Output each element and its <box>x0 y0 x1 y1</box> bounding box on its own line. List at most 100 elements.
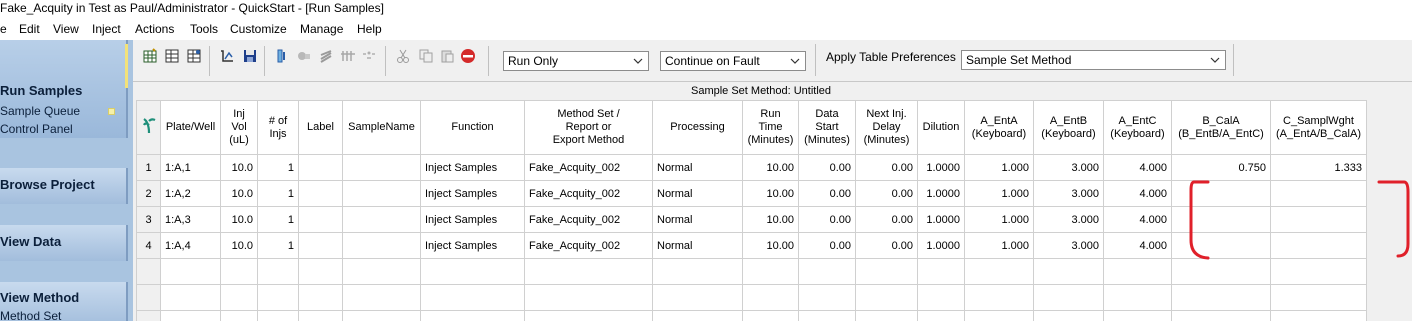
cell-label[interactable] <box>298 206 343 233</box>
cell-c-samplwght[interactable] <box>1270 284 1367 311</box>
cell-plate-well[interactable] <box>160 284 221 311</box>
cell-method-set[interactable] <box>524 258 653 285</box>
cell-processing[interactable]: Normal <box>652 154 743 181</box>
table-row[interactable]: 4 1:A,4 10.0 1 Inject Samples Fake_Acquity_00… <box>136 232 1367 259</box>
cell-run-time[interactable]: 10.00 <box>742 232 799 259</box>
row-number[interactable]: 4 <box>136 232 161 259</box>
column-header-method-set[interactable]: Method Set / Report or Export Method <box>524 100 653 155</box>
row-number[interactable] <box>136 284 161 311</box>
cell-plate-well[interactable]: 1:A,3 <box>160 206 221 233</box>
cell-sample-name[interactable] <box>342 180 421 207</box>
cell-data-start[interactable] <box>798 310 856 321</box>
table-row[interactable]: 3 1:A,3 10.0 1 Inject Samples Fake_Acquity_00… <box>136 206 1367 233</box>
cell-method-set[interactable]: Fake_Acquity_002 <box>524 154 653 181</box>
cell-sample-name[interactable] <box>342 154 421 181</box>
row-number[interactable]: 2 <box>136 180 161 207</box>
cell-run-time[interactable] <box>742 310 799 321</box>
cell-a-entc[interactable]: 4.000 <box>1103 180 1172 207</box>
row-header-corner[interactable] <box>136 100 161 155</box>
cell-a-entb[interactable] <box>1033 284 1104 311</box>
cell-next-inj-delay[interactable] <box>855 258 918 285</box>
cell-plate-well[interactable]: 1:A,2 <box>160 180 221 207</box>
save-icon[interactable] <box>242 48 258 64</box>
cell-data-start[interactable] <box>798 258 856 285</box>
cell-plate-well[interactable]: 1:A,4 <box>160 232 221 259</box>
cell-function[interactable]: Inject Samples <box>420 154 525 181</box>
menu-manage[interactable]: Manage <box>300 21 343 37</box>
cell-next-inj-delay[interactable]: 0.00 <box>855 232 918 259</box>
cell-data-start[interactable]: 0.00 <box>798 206 856 233</box>
cell-next-inj-delay[interactable]: 0.00 <box>855 180 918 207</box>
table-row[interactable] <box>136 258 1367 285</box>
cell-c-samplwght[interactable]: 1.333 <box>1270 154 1367 181</box>
menu-file[interactable]: e <box>0 21 7 37</box>
cell-label[interactable] <box>298 310 343 321</box>
cell-b-cala[interactable] <box>1171 258 1271 285</box>
cell-run-time[interactable]: 10.00 <box>742 206 799 233</box>
cell-method-set[interactable]: Fake_Acquity_002 <box>524 180 653 207</box>
column-header-processing[interactable]: Processing <box>652 100 743 155</box>
cell-function[interactable]: Inject Samples <box>420 232 525 259</box>
menu-tools[interactable]: Tools <box>190 21 218 37</box>
cell-function[interactable]: Inject Samples <box>420 180 525 207</box>
cell-inj-vol[interactable]: 10.0 <box>220 206 258 233</box>
cell-plate-well[interactable] <box>160 310 221 321</box>
run-mode-select[interactable]: Run Only <box>503 51 649 71</box>
cell-c-samplwght[interactable] <box>1270 258 1367 285</box>
column-header-label[interactable]: Label <box>298 100 343 155</box>
cell-label[interactable] <box>298 154 343 181</box>
column-header-a-entb[interactable]: A_EntB (Keyboard) <box>1033 100 1104 155</box>
cell-a-entb[interactable]: 3.000 <box>1033 180 1104 207</box>
table-row[interactable]: 2 1:A,2 10.0 1 Inject Samples Fake_Acquity_00… <box>136 180 1367 207</box>
cell-next-inj-delay[interactable] <box>855 284 918 311</box>
column-header-next-inj-delay[interactable]: Next Inj. Delay (Minutes) <box>855 100 918 155</box>
table-preferences-select[interactable]: Sample Set Method <box>961 50 1226 70</box>
abort-icon[interactable] <box>460 48 476 64</box>
cell-inj-vol[interactable] <box>220 310 258 321</box>
cell-next-inj-delay[interactable] <box>855 310 918 321</box>
column-header-c-samplwght[interactable]: C_SamplWght (A_EntA/B_CalA) <box>1270 100 1367 155</box>
cell-a-entc[interactable]: 4.000 <box>1103 206 1172 233</box>
cell-a-entb[interactable]: 3.000 <box>1033 206 1104 233</box>
cell-inj-vol[interactable]: 10.0 <box>220 232 258 259</box>
cell-num-injs[interactable] <box>257 310 299 321</box>
cell-run-time[interactable] <box>742 284 799 311</box>
cell-run-time[interactable] <box>742 258 799 285</box>
row-number[interactable]: 3 <box>136 206 161 233</box>
cell-a-entb[interactable] <box>1033 258 1104 285</box>
cell-a-enta[interactable] <box>964 284 1034 311</box>
cell-sample-name[interactable] <box>342 284 421 311</box>
cell-processing[interactable]: Normal <box>652 206 743 233</box>
sidebar-view-data[interactable]: View Data <box>0 234 61 249</box>
cell-a-enta[interactable]: 1.000 <box>964 154 1034 181</box>
sidebar-item-control-panel[interactable]: Control Panel <box>0 122 73 136</box>
cell-data-start[interactable]: 0.00 <box>798 180 856 207</box>
row-number[interactable] <box>136 310 161 321</box>
cell-a-entc[interactable]: 4.000 <box>1103 232 1172 259</box>
cell-data-start[interactable]: 0.00 <box>798 232 856 259</box>
cell-a-enta[interactable] <box>964 258 1034 285</box>
cell-processing[interactable]: Normal <box>652 232 743 259</box>
cell-dilution[interactable]: 1.0000 <box>917 232 965 259</box>
cell-a-enta[interactable]: 1.000 <box>964 206 1034 233</box>
column-header-num-injs[interactable]: # of Injs <box>257 100 299 155</box>
cell-a-enta[interactable]: 1.000 <box>964 232 1034 259</box>
cell-sample-name[interactable] <box>342 232 421 259</box>
column-header-data-start[interactable]: Data Start (Minutes) <box>798 100 856 155</box>
cell-sample-name[interactable] <box>342 310 421 321</box>
cell-num-injs[interactable]: 1 <box>257 180 299 207</box>
open-icon[interactable] <box>219 48 235 64</box>
cell-dilution[interactable]: 1.0000 <box>917 206 965 233</box>
row-number[interactable]: 1 <box>136 154 161 181</box>
menu-edit[interactable]: Edit <box>19 21 40 37</box>
column-header-a-enta[interactable]: A_EntA (Keyboard) <box>964 100 1034 155</box>
column-header-function[interactable]: Function <box>420 100 525 155</box>
cell-a-enta[interactable]: 1.000 <box>964 180 1034 207</box>
cell-a-entc[interactable] <box>1103 310 1172 321</box>
cell-a-entb[interactable] <box>1033 310 1104 321</box>
cell-num-injs[interactable]: 1 <box>257 206 299 233</box>
table-row[interactable] <box>136 310 1367 321</box>
cell-sample-name[interactable] <box>342 206 421 233</box>
new-table-icon[interactable] <box>142 48 158 64</box>
column-header-inj-vol[interactable]: Inj Vol (uL) <box>220 100 258 155</box>
